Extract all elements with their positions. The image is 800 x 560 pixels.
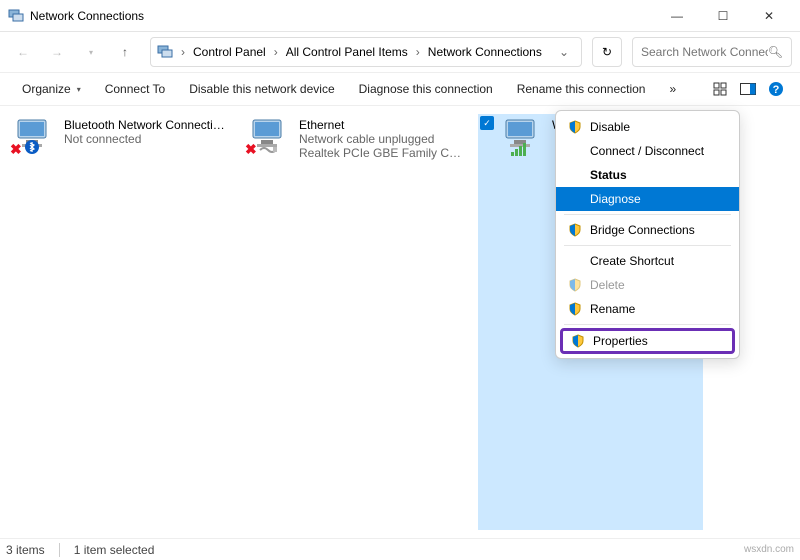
ctx-bridge[interactable]: Bridge Connections bbox=[556, 218, 739, 242]
connect-to-button[interactable]: Connect To bbox=[95, 78, 176, 100]
ctx-label: Bridge Connections bbox=[590, 223, 695, 237]
up-button[interactable]: ↑ bbox=[110, 37, 140, 67]
chevron-down-icon[interactable]: ⌄ bbox=[553, 45, 575, 59]
connection-icon bbox=[500, 118, 544, 158]
titlebar: Network Connections — ☐ ✕ bbox=[0, 0, 800, 32]
toolbar: Organize Connect To Disable this network… bbox=[0, 72, 800, 106]
context-menu: Disable Connect / Disconnect Status Diag… bbox=[555, 110, 740, 359]
bluetooth-icon bbox=[24, 139, 40, 158]
ctx-create-shortcut[interactable]: Create Shortcut bbox=[556, 249, 739, 273]
minimize-button[interactable]: — bbox=[654, 0, 700, 32]
error-x-icon: ✖ bbox=[10, 141, 22, 158]
ctx-connect-disconnect[interactable]: Connect / Disconnect bbox=[556, 139, 739, 163]
app-icon bbox=[8, 8, 24, 24]
ctx-properties[interactable]: Properties bbox=[560, 328, 735, 354]
breadcrumb-item[interactable]: All Control Panel Items bbox=[282, 43, 412, 61]
preview-pane-button[interactable] bbox=[736, 77, 760, 101]
search-input[interactable] bbox=[641, 45, 768, 59]
connection-name: Bluetooth Network Connection 2 bbox=[64, 118, 229, 132]
ctx-label: Rename bbox=[590, 302, 635, 316]
selected-count: 1 item selected bbox=[74, 543, 155, 557]
shield-icon bbox=[571, 334, 585, 348]
item-count: 3 items bbox=[6, 543, 45, 557]
shield-icon bbox=[568, 278, 582, 292]
connection-status: Network cable unplugged bbox=[299, 132, 464, 146]
connection-item-ethernet[interactable]: ✖ Ethernet Network cable unplugged Realt… bbox=[243, 114, 468, 530]
wifi-signal-icon bbox=[510, 143, 528, 160]
toolbar-overflow[interactable]: » bbox=[659, 78, 686, 100]
ctx-diagnose[interactable]: Diagnose bbox=[556, 187, 739, 211]
refresh-button[interactable]: ↻ bbox=[592, 37, 622, 67]
chevron-right-icon[interactable]: › bbox=[272, 45, 280, 59]
help-button[interactable]: ? bbox=[764, 77, 788, 101]
connection-adapter: Realtek PCIe GBE Family Contr... bbox=[299, 146, 464, 160]
connection-icon: ✖ bbox=[12, 118, 56, 158]
connection-item-bluetooth[interactable]: ✖ Bluetooth Network Connection 2 Not con… bbox=[8, 114, 233, 530]
separator bbox=[564, 324, 731, 325]
separator bbox=[59, 543, 60, 557]
ctx-label: Disable bbox=[590, 120, 630, 134]
diagnose-button[interactable]: Diagnose this connection bbox=[349, 78, 503, 100]
ctx-label: Diagnose bbox=[590, 192, 641, 206]
disable-device-button[interactable]: Disable this network device bbox=[179, 78, 344, 100]
window-controls: — ☐ ✕ bbox=[654, 0, 792, 32]
shield-icon bbox=[568, 223, 582, 237]
shield-icon bbox=[568, 302, 582, 316]
selected-check-icon: ✓ bbox=[480, 116, 494, 130]
cable-icon bbox=[259, 144, 277, 158]
ctx-status[interactable]: Status bbox=[556, 163, 739, 187]
forward-button[interactable]: → bbox=[42, 37, 72, 67]
chevron-right-icon[interactable]: › bbox=[414, 45, 422, 59]
organize-menu[interactable]: Organize bbox=[12, 78, 91, 100]
ctx-delete: Delete bbox=[556, 273, 739, 297]
ctx-disable[interactable]: Disable bbox=[556, 115, 739, 139]
search-box[interactable]: 🔍︎ bbox=[632, 37, 792, 67]
separator bbox=[564, 245, 731, 246]
connection-icon: ✖ bbox=[247, 118, 291, 158]
window-title: Network Connections bbox=[30, 9, 654, 23]
ctx-rename[interactable]: Rename bbox=[556, 297, 739, 321]
separator bbox=[564, 214, 731, 215]
ctx-label: Connect / Disconnect bbox=[590, 144, 704, 158]
maximize-button[interactable]: ☐ bbox=[700, 0, 746, 32]
ctx-label: Properties bbox=[593, 334, 648, 348]
close-button[interactable]: ✕ bbox=[746, 0, 792, 32]
back-button[interactable]: ← bbox=[8, 37, 38, 67]
svg-text:?: ? bbox=[773, 84, 780, 96]
chevron-right-icon[interactable]: › bbox=[179, 45, 187, 59]
shield-icon bbox=[568, 120, 582, 134]
breadcrumb[interactable]: › Control Panel › All Control Panel Item… bbox=[150, 37, 582, 67]
rename-button[interactable]: Rename this connection bbox=[507, 78, 656, 100]
ctx-label: Delete bbox=[590, 278, 625, 292]
watermark: wsxdn.com bbox=[744, 544, 794, 555]
breadcrumb-item[interactable]: Control Panel bbox=[189, 43, 270, 61]
connection-status: Not connected bbox=[64, 132, 229, 146]
view-options-button[interactable] bbox=[708, 77, 732, 101]
ctx-label: Status bbox=[590, 168, 627, 182]
breadcrumb-icon bbox=[157, 44, 173, 60]
breadcrumb-item[interactable]: Network Connections bbox=[424, 43, 546, 61]
statusbar: 3 items 1 item selected wsxdn.com bbox=[0, 538, 800, 560]
search-icon[interactable]: 🔍︎ bbox=[768, 45, 783, 59]
connection-name: Ethernet bbox=[299, 118, 464, 132]
navbar: ← → ▾ ↑ › Control Panel › All Control Pa… bbox=[0, 32, 800, 72]
recent-dropdown[interactable]: ▾ bbox=[76, 37, 106, 67]
error-x-icon: ✖ bbox=[245, 141, 257, 158]
ctx-label: Create Shortcut bbox=[590, 254, 674, 268]
